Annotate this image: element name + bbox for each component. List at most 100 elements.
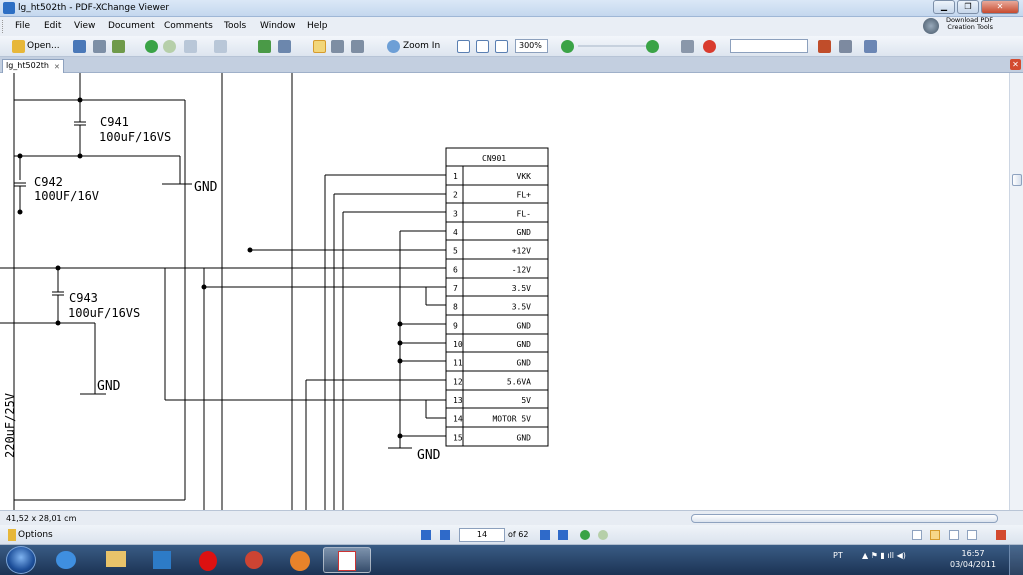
pin-number: 13	[453, 396, 463, 405]
c942-ref: C942	[34, 175, 63, 189]
next-page-icon[interactable]	[540, 530, 550, 540]
system-clock[interactable]: 16:57 03/04/2011	[950, 548, 996, 570]
gnd-label-2: GND	[97, 379, 121, 394]
pin-name: GND	[517, 433, 532, 442]
pin-number: 14	[453, 415, 463, 424]
menu-comments[interactable]: Comments	[164, 21, 213, 31]
close-document-icon[interactable]: ✕	[1010, 59, 1021, 70]
pin-table: 1 VKK 2 FL+ 3 FL- 4 GND 5 +12V 6 -12V 7 3.5V 8 3.5V 9 GND…	[453, 172, 531, 442]
language-indicator[interactable]: PT	[833, 551, 843, 560]
taskbar-opera[interactable]	[184, 547, 232, 573]
open-folder-icon[interactable]	[12, 40, 25, 53]
tools-icon[interactable]	[839, 40, 852, 53]
select-text-icon[interactable]	[351, 40, 364, 53]
redo-icon[interactable]	[214, 40, 227, 53]
taskbar-explorer[interactable]	[92, 547, 140, 573]
tray-icons[interactable]: ▲ ⚑ ▮ ıll ◀)	[862, 551, 906, 560]
zoom-plus-icon[interactable]	[646, 40, 659, 53]
menu-view[interactable]: View	[74, 21, 95, 31]
save-icon[interactable]	[73, 40, 86, 53]
options-button[interactable]: Options	[18, 530, 53, 540]
pdf-viewer-icon	[338, 551, 356, 571]
facing-continuous-icon[interactable]	[967, 530, 977, 540]
horizontal-scrollbar[interactable]	[691, 514, 998, 523]
vertical-scroll-thumb[interactable]	[1012, 174, 1022, 186]
zoom-out-icon[interactable]	[561, 40, 574, 53]
undo-icon[interactable]	[184, 40, 197, 53]
taskbar-ccleaner[interactable]	[230, 547, 278, 573]
pin-number: 11	[453, 359, 463, 368]
pin-number: 4	[453, 228, 458, 237]
find-icon[interactable]	[681, 40, 694, 53]
page-layout-icon[interactable]	[278, 40, 291, 53]
pin-name: GND	[517, 340, 532, 349]
properties-icon[interactable]	[864, 40, 877, 53]
main-toolbar: Open... Zoom In 300%	[0, 36, 1023, 57]
navigation-bar: Options 14 of 62	[0, 525, 1023, 545]
zoom-slider[interactable]	[578, 45, 648, 47]
email-icon[interactable]	[112, 40, 125, 53]
pdf-icon[interactable]	[996, 530, 1006, 540]
menu-file[interactable]: File	[15, 21, 30, 31]
menu-document[interactable]: Document	[108, 21, 155, 31]
menu-edit[interactable]: Edit	[44, 21, 61, 31]
options-icon	[8, 529, 16, 541]
rotate-icon[interactable]	[258, 40, 271, 53]
taskbar-pdf-xchange[interactable]	[323, 547, 371, 573]
vertical-scrollbar[interactable]	[1009, 73, 1023, 510]
zoom-in-button[interactable]: Zoom In	[403, 41, 440, 54]
close-window-button[interactable]: ✕	[981, 0, 1019, 14]
pin-number: 3	[453, 209, 458, 218]
show-desktop-button[interactable]	[1009, 545, 1023, 575]
gnd-label-1: GND	[194, 180, 218, 195]
taskbar-firefox[interactable]	[276, 547, 324, 573]
restore-button[interactable]: ❐	[957, 0, 979, 14]
download-icon	[923, 18, 939, 34]
previous-page-icon[interactable]	[440, 530, 450, 540]
title-bar: lg_ht502th - PDF-XChange Viewer ▁ ❐ ✕	[0, 0, 1023, 17]
history-forward-icon[interactable]	[598, 530, 608, 540]
forward-icon[interactable]	[163, 40, 176, 53]
start-button[interactable]	[6, 546, 36, 574]
page-dimensions: 41,52 x 28,01 cm	[6, 514, 77, 523]
first-page-icon[interactable]	[421, 530, 431, 540]
page-count: of 62	[508, 530, 529, 539]
download-pdf-tools-button[interactable]: Download PDF Creation Tools	[923, 17, 993, 37]
tab-document[interactable]: lg_ht502th ✕	[2, 59, 64, 73]
print-icon[interactable]	[93, 40, 106, 53]
c942-value: 100UF/16V	[34, 189, 99, 203]
pin-number: 6	[453, 265, 458, 274]
zoom-level-field[interactable]: 300%	[515, 39, 548, 53]
search-web-icon[interactable]	[703, 40, 716, 53]
fit-width-icon[interactable]	[495, 40, 508, 53]
pin-number: 15	[453, 433, 463, 442]
history-back-icon[interactable]	[580, 530, 590, 540]
pin-name: -12V	[512, 265, 531, 274]
document-view[interactable]: C941 100uF/16VS C942 100UF/16V C943 100u…	[0, 73, 1009, 510]
actual-size-icon[interactable]	[457, 40, 470, 53]
connector-title: CN901	[482, 154, 506, 163]
continuous-page-icon[interactable]	[930, 530, 940, 540]
menu-help[interactable]: Help	[307, 21, 328, 31]
c943-ref: C943	[69, 291, 98, 305]
taskbar-ie[interactable]	[42, 547, 90, 573]
back-icon[interactable]	[145, 40, 158, 53]
snapshot-icon[interactable]	[331, 40, 344, 53]
zoom-in-icon[interactable]	[387, 40, 400, 53]
page-number-input[interactable]: 14	[459, 528, 505, 542]
taskbar-media[interactable]	[138, 547, 186, 573]
menu-tools[interactable]: Tools	[224, 21, 246, 31]
close-tab-icon[interactable]: ✕	[54, 61, 60, 73]
last-page-icon[interactable]	[558, 530, 568, 540]
open-button[interactable]: Open...	[27, 41, 60, 54]
stamp-icon[interactable]	[818, 40, 831, 53]
folder-icon	[106, 551, 126, 567]
facing-page-icon[interactable]	[949, 530, 959, 540]
menu-window[interactable]: Window	[260, 21, 296, 31]
single-page-icon[interactable]	[912, 530, 922, 540]
search-input[interactable]	[730, 39, 808, 53]
hand-tool-icon[interactable]	[313, 40, 326, 53]
minimize-button[interactable]: ▁	[933, 0, 955, 14]
fit-page-icon[interactable]	[476, 40, 489, 53]
opera-icon	[199, 551, 217, 571]
